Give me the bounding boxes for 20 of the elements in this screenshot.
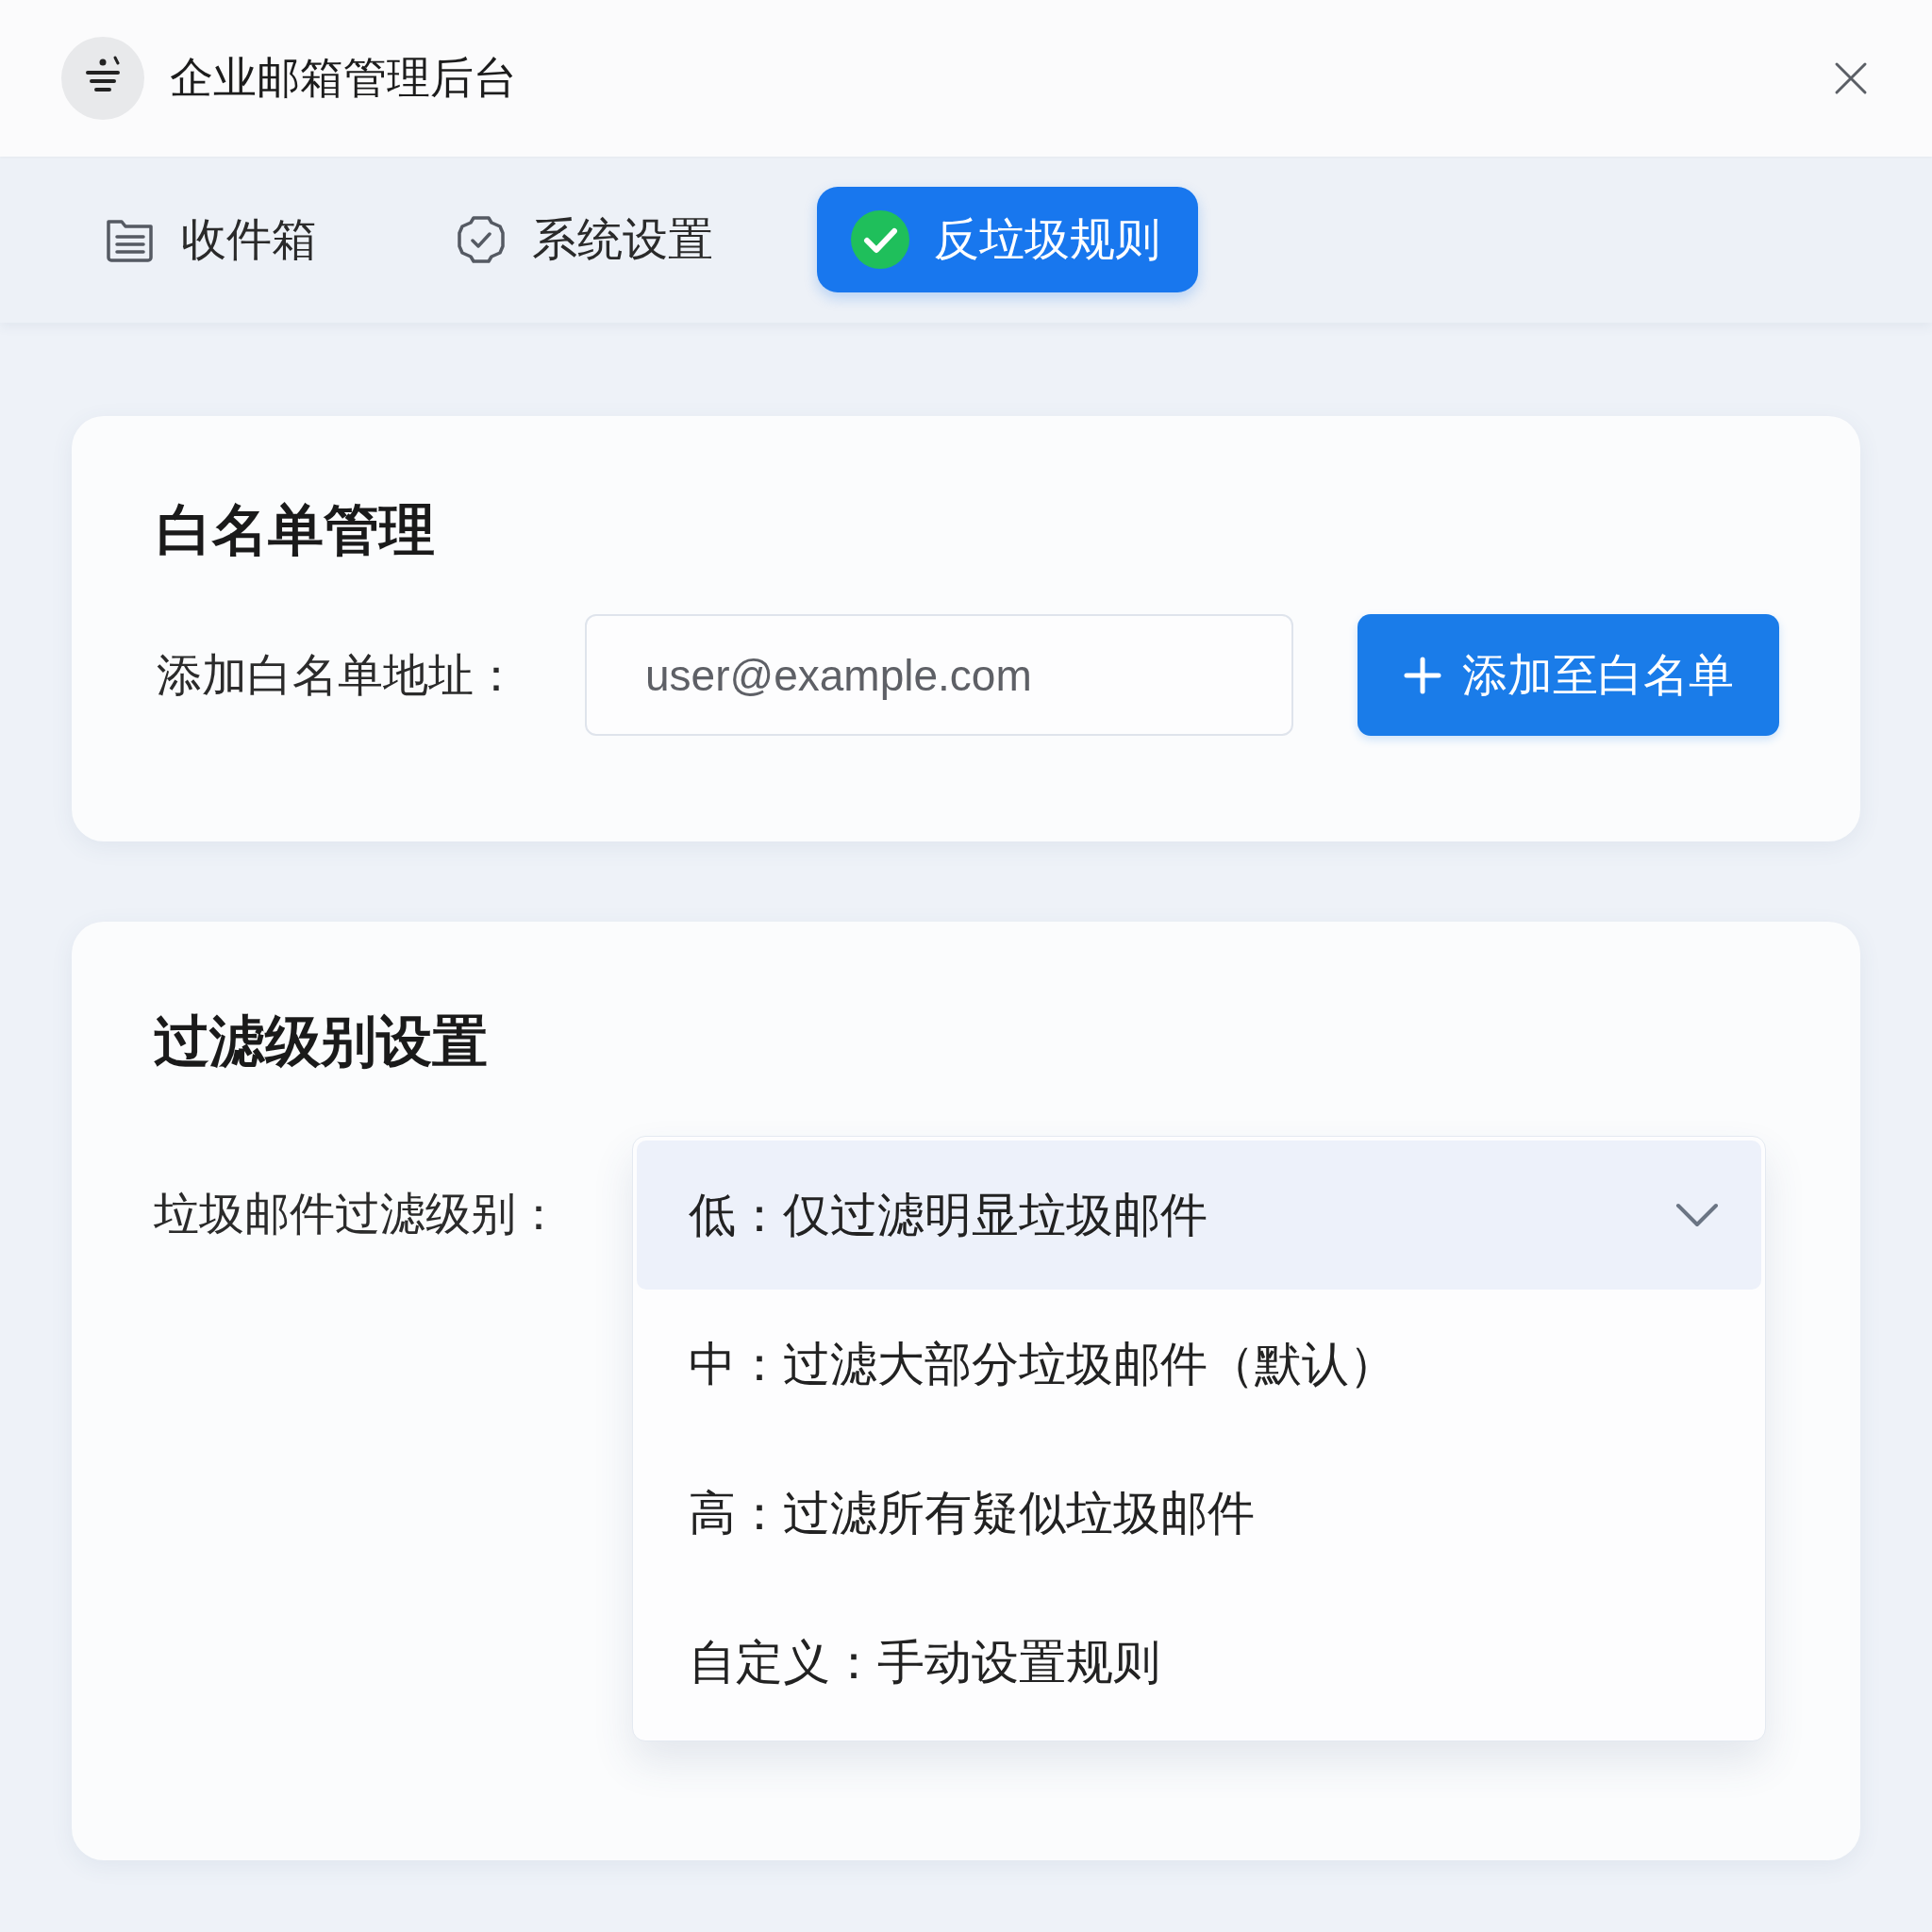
filter-icon xyxy=(61,37,144,120)
tab[interactable]: 反垃圾规则 xyxy=(817,187,1198,292)
chevron-down-icon xyxy=(1674,1202,1720,1228)
check-circle-icon xyxy=(851,210,909,269)
tab[interactable]: 系统设置 xyxy=(421,187,751,292)
close-icon[interactable] xyxy=(1833,60,1869,96)
add-whitelist-button[interactable]: 添加至白名单 xyxy=(1357,614,1779,736)
tab[interactable]: 收件箱 xyxy=(70,187,355,292)
section-title: 白名单管理 xyxy=(157,501,436,559)
field-label: 添加白名单地址： xyxy=(157,648,520,702)
dropdown-option[interactable]: 高：过滤所有疑似垃圾邮件 xyxy=(637,1439,1761,1588)
gear-check-icon xyxy=(455,213,508,266)
field-label: 垃圾邮件过滤级别： xyxy=(154,1188,562,1241)
dropdown-option[interactable]: 低：仅过滤明显垃圾邮件 xyxy=(637,1141,1761,1290)
section-title: 过滤级别设置 xyxy=(154,1012,489,1071)
dropdown-option[interactable]: 中：过滤大部分垃圾邮件（默认） xyxy=(637,1290,1761,1439)
plus-icon xyxy=(1403,656,1441,694)
app-title: 企业邮箱管理后台 xyxy=(170,52,518,104)
dropdown-option[interactable]: 自定义：手动设置规则 xyxy=(637,1588,1761,1737)
email-input[interactable]: user@example.com xyxy=(585,614,1293,736)
